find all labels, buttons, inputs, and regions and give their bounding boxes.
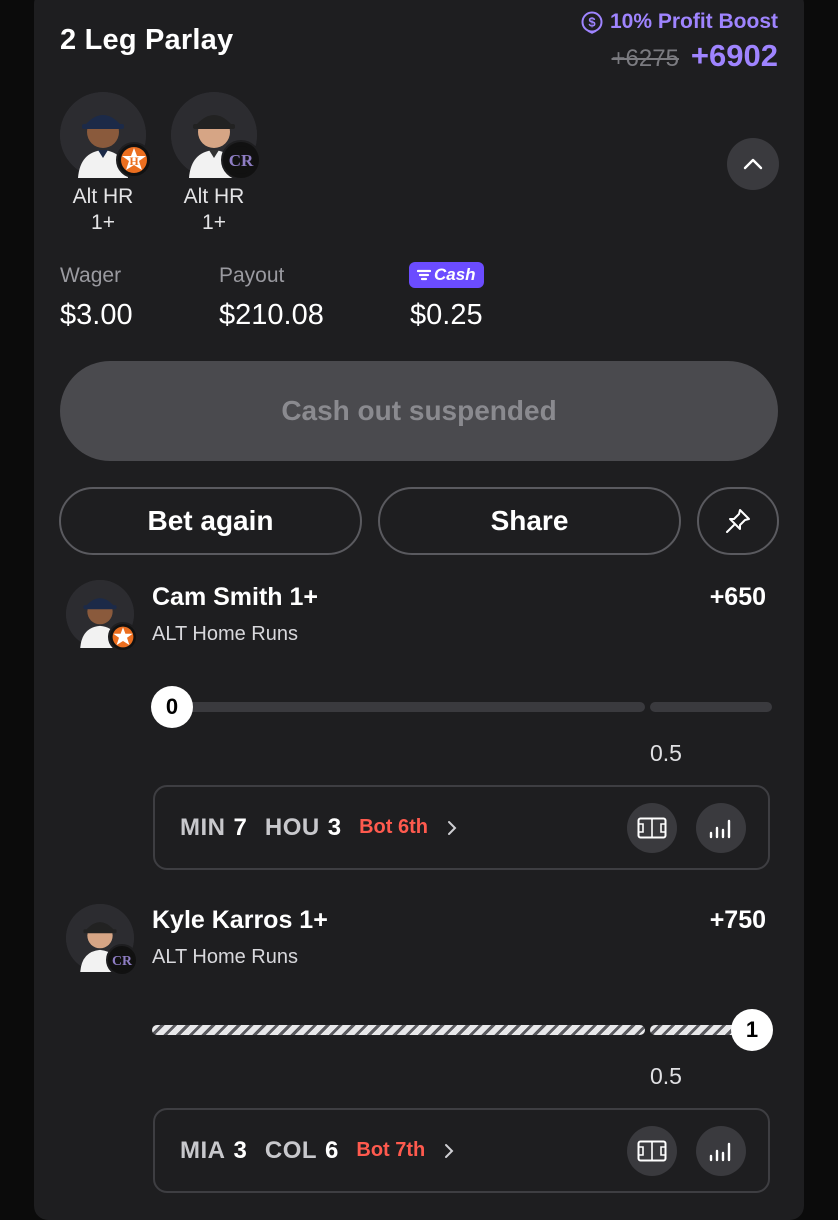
player-avatar [66,580,138,652]
fcash-label: Cash [434,265,476,284]
field-view-button[interactable] [627,803,677,853]
leg-market: ALT Home Runs [152,623,298,645]
payout-label: Payout [219,264,285,287]
stats-button[interactable] [696,803,746,853]
field-icon [637,1140,667,1162]
profit-boost-label: 10% Profit Boost [609,10,778,33]
leg-line: 1+ [202,211,226,234]
stats-icon [709,819,731,839]
threshold-value: 0.5 [650,740,682,766]
leg-row-1 [66,580,138,652]
payout-value: $210.08 [219,299,324,331]
profit-boost-icon: $ [581,11,603,34]
game-score-box[interactable]: MIN 7 HOU 3 Bot 6th [153,785,770,870]
field-icon [637,817,667,839]
leg-market: Alt HR [183,185,245,208]
home-team: HOU [264,813,320,841]
home-score: 3 [327,813,342,841]
leg-row-2: CR [66,904,138,976]
pin-button[interactable] [697,487,779,555]
cashout-button[interactable]: Cash out suspended [60,361,778,461]
away-score: 7 [233,813,247,841]
stats-button[interactable] [696,1126,746,1176]
leg-market: ALT Home Runs [152,946,298,968]
game-score-box[interactable]: MIA 3 COL 6 Bot 7th [153,1108,770,1193]
progress-knob: 1 [731,1009,773,1051]
chevron-right-icon [447,820,457,835]
progress-track [152,1025,645,1035]
wager-label: Wager [60,264,122,287]
stats-icon [709,1142,731,1162]
progress-track-remaining [650,702,772,712]
leg-avatar-1[interactable]: H Alt HR 1+ [60,92,152,234]
astros-badge-icon: H [116,142,152,178]
leg-player-name: Kyle Karros 1+ [152,906,328,934]
leg-player-name: Cam Smith 1+ [152,583,319,611]
svg-text:H: H [129,154,139,168]
parlay-odds: +6275 +6902 [612,38,778,74]
collapse-button[interactable] [727,138,779,190]
svg-text:$: $ [588,15,596,30]
chevron-right-icon [445,1143,454,1158]
leg-label: Alt HR 1+ [53,184,153,236]
game-status: Bot 7th [356,1139,426,1161]
leg-line: 1+ [91,211,115,234]
player-avatar: CR [171,92,261,180]
fcash-logo-icon [417,269,431,281]
original-odds: +6275 [611,45,679,72]
boosted-odds: +6902 [690,38,778,73]
threshold-value: 0.5 [650,1063,682,1089]
fcash-badge: Cash [409,262,484,288]
leg-odds: +650 [709,583,766,611]
leg-odds: +750 [709,906,766,934]
home-team: COL [264,1136,318,1164]
bet-again-button[interactable]: Bet again [59,487,362,555]
share-button[interactable]: Share [378,487,681,555]
wager-value: $3.00 [60,299,133,331]
leg-avatar-2[interactable]: CR Alt HR 1+ [171,92,261,234]
svg-text:CR: CR [112,953,133,968]
parlay-title: 2 Leg Parlay [60,24,234,56]
chevron-up-icon [743,158,763,170]
field-view-button[interactable] [627,1126,677,1176]
leg-market: Alt HR [72,185,134,208]
fcash-value: $0.25 [410,299,483,331]
rockies-badge-icon: CR [221,140,261,180]
profit-boost: $ 10% Profit Boost [580,10,778,34]
home-score: 6 [325,1136,339,1164]
rockies-badge-icon: CR [106,944,138,976]
player-avatar: CR [66,904,138,976]
svg-text:CR: CR [229,151,254,170]
progress-knob: 0 [151,686,193,728]
progress-track [152,702,645,712]
game-status: Bot 6th [359,816,428,838]
leg-label: Alt HR 1+ [164,184,264,236]
away-team: MIN [180,813,226,841]
astros-badge-icon [108,622,138,652]
parlay-card [34,0,804,1220]
away-team: MIA [180,1136,226,1164]
pin-icon [726,509,750,533]
player-avatar: H [60,92,152,178]
away-score: 3 [233,1136,247,1164]
